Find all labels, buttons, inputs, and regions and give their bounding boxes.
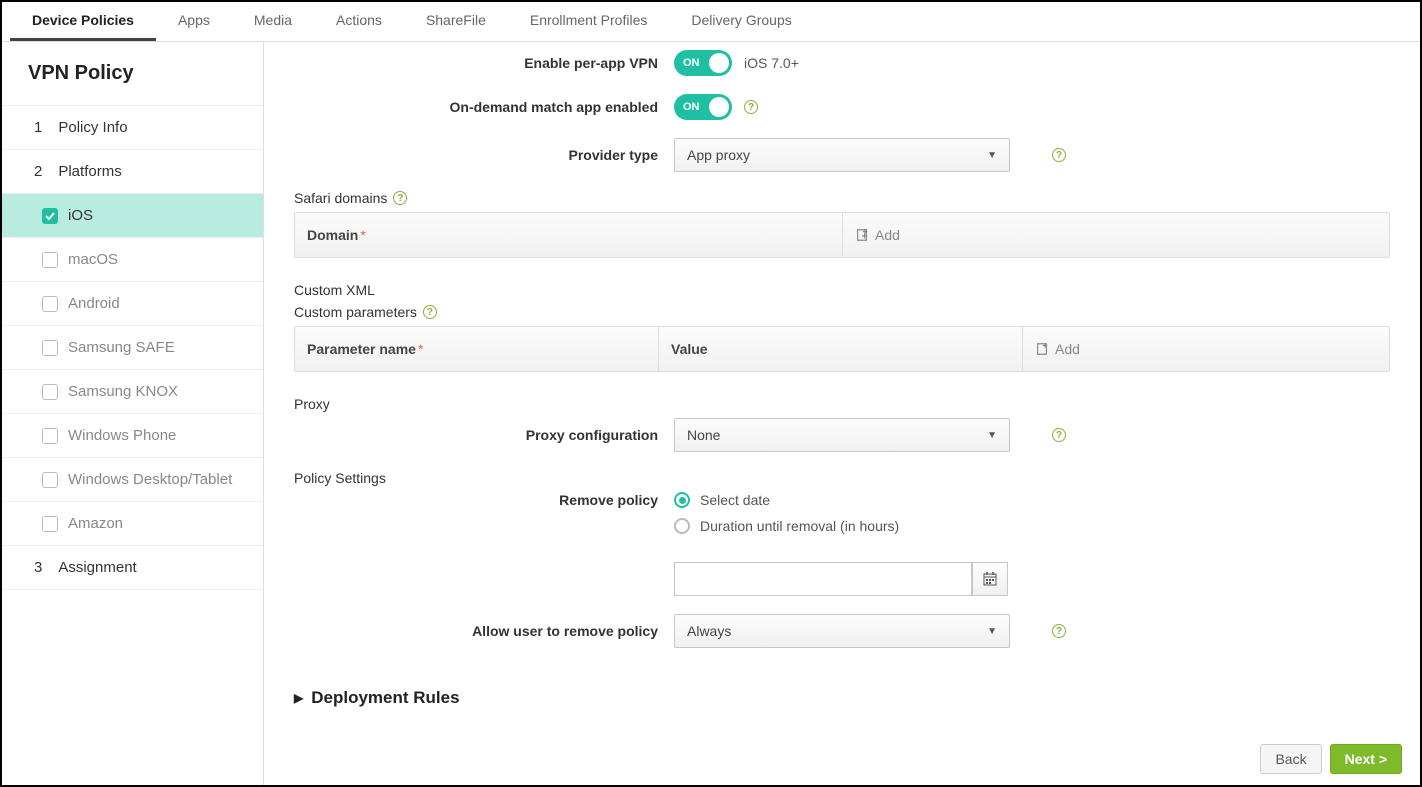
- tab-delivery-groups[interactable]: Delivery Groups: [669, 2, 813, 41]
- sidebar-step-platforms[interactable]: 2 Platforms: [2, 150, 263, 194]
- section-policy-settings: Policy Settings: [294, 470, 1390, 486]
- calendar-button[interactable]: [972, 562, 1008, 596]
- chevron-down-icon: ▼: [987, 430, 997, 441]
- radio-select-date[interactable]: [674, 492, 690, 508]
- step-num: 3: [34, 559, 42, 576]
- tab-media[interactable]: Media: [232, 2, 314, 41]
- col-add: Add: [843, 213, 1389, 257]
- deployment-rules-toggle[interactable]: ▶ Deployment Rules: [294, 688, 1390, 708]
- back-button[interactable]: Back: [1260, 744, 1321, 774]
- toggle-enable-per-app-vpn[interactable]: ON: [674, 50, 732, 76]
- sidebar-item-label: Windows Phone: [68, 427, 176, 444]
- checkbox-icon[interactable]: [42, 428, 58, 444]
- sidebar-platform-macos[interactable]: macOS: [2, 238, 263, 282]
- sidebar-item-label: macOS: [68, 251, 118, 268]
- col-add: Add: [1023, 327, 1389, 371]
- add-custom-parameter-button[interactable]: Add: [1035, 341, 1080, 357]
- help-icon[interactable]: ?: [393, 191, 407, 205]
- step-label: Assignment: [58, 559, 136, 576]
- select-value: Always: [687, 623, 731, 639]
- toggle-on-demand-match[interactable]: ON: [674, 94, 732, 120]
- step-num: 1: [34, 119, 42, 136]
- add-icon: [1035, 342, 1049, 356]
- sidebar-platform-windows-desktop-tablet[interactable]: Windows Desktop/Tablet: [2, 458, 263, 502]
- hint-ios-version: iOS 7.0+: [744, 55, 799, 71]
- sidebar-platform-samsung-safe[interactable]: Samsung SAFE: [2, 326, 263, 370]
- radio-label-select-date: Select date: [700, 492, 770, 508]
- label-remove-policy: Remove policy: [294, 492, 662, 508]
- label-enable-per-app-vpn: Enable per-app VPN: [294, 55, 662, 71]
- chevron-down-icon: ▼: [987, 150, 997, 161]
- sidebar-step-assignment[interactable]: 3 Assignment: [2, 546, 263, 590]
- label-proxy-configuration: Proxy configuration: [294, 427, 662, 443]
- section-proxy: Proxy: [294, 396, 1390, 412]
- tab-sharefile[interactable]: ShareFile: [404, 2, 508, 41]
- select-allow-user-remove-policy[interactable]: Always ▼: [674, 614, 1010, 648]
- step-label: Platforms: [58, 163, 121, 180]
- checkbox-icon[interactable]: [42, 296, 58, 312]
- checkbox-icon[interactable]: [42, 384, 58, 400]
- date-input[interactable]: [674, 562, 972, 596]
- radio-label-duration: Duration until removal (in hours): [700, 518, 899, 534]
- help-icon[interactable]: ?: [1052, 148, 1066, 162]
- sidebar-step-policy-info[interactable]: 1 Policy Info: [2, 106, 263, 150]
- tab-apps[interactable]: Apps: [156, 2, 232, 41]
- label-provider-type: Provider type: [294, 147, 662, 163]
- checkbox-icon[interactable]: [42, 252, 58, 268]
- checkbox-icon[interactable]: [42, 340, 58, 356]
- sidebar-platform-android[interactable]: Android: [2, 282, 263, 326]
- sidebar-platform-samsung-knox[interactable]: Samsung KNOX: [2, 370, 263, 414]
- tab-device-policies[interactable]: Device Policies: [10, 2, 156, 41]
- add-safari-domain-button[interactable]: Add: [855, 227, 900, 243]
- checkbox-icon[interactable]: [42, 472, 58, 488]
- help-icon[interactable]: ?: [744, 100, 758, 114]
- sidebar-platform-ios[interactable]: iOS: [2, 194, 263, 238]
- select-proxy-configuration[interactable]: None ▼: [674, 418, 1010, 452]
- tab-enrollment-profiles[interactable]: Enrollment Profiles: [508, 2, 670, 41]
- top-tabs: Device Policies Apps Media Actions Share…: [2, 2, 1420, 42]
- footer: Back Next >: [264, 733, 1420, 785]
- select-value: App proxy: [687, 147, 750, 163]
- col-parameter-name: Parameter name*: [295, 327, 659, 371]
- chevron-down-icon: ▼: [987, 626, 997, 637]
- sidebar: VPN Policy 1 Policy Info 2 Platforms iOS…: [2, 42, 264, 785]
- section-safari-domains: Safari domains ?: [294, 190, 1390, 206]
- checkbox-icon[interactable]: [42, 516, 58, 532]
- help-icon[interactable]: ?: [1052, 428, 1066, 442]
- radio-duration-until-removal[interactable]: [674, 518, 690, 534]
- table-custom-parameters: Parameter name* Value Add: [294, 326, 1390, 372]
- sidebar-title: VPN Policy: [2, 42, 263, 106]
- step-num: 2: [34, 163, 42, 180]
- sidebar-item-label: Samsung KNOX: [68, 383, 178, 400]
- select-provider-type[interactable]: App proxy ▼: [674, 138, 1010, 172]
- section-custom-xml: Custom XML: [294, 282, 1390, 298]
- calendar-icon: [983, 572, 997, 586]
- sidebar-item-label: iOS: [68, 207, 93, 224]
- add-icon: [855, 228, 869, 242]
- col-domain: Domain*: [295, 213, 843, 257]
- sidebar-item-label: Android: [68, 295, 120, 312]
- sidebar-platform-amazon[interactable]: Amazon: [2, 502, 263, 546]
- tab-actions[interactable]: Actions: [314, 2, 404, 41]
- sidebar-item-label: Samsung SAFE: [68, 339, 175, 356]
- content-area: Enable per-app VPN ON iOS 7.0+ On-demand…: [264, 42, 1420, 785]
- help-icon[interactable]: ?: [423, 305, 437, 319]
- next-button[interactable]: Next >: [1330, 744, 1402, 774]
- label-on-demand-match: On-demand match app enabled: [294, 99, 662, 115]
- sidebar-platform-windows-phone[interactable]: Windows Phone: [2, 414, 263, 458]
- table-safari-domains: Domain* Add: [294, 212, 1390, 258]
- col-value: Value: [659, 327, 1023, 371]
- chevron-right-icon: ▶: [294, 691, 303, 705]
- sidebar-item-label: Amazon: [68, 515, 123, 532]
- step-label: Policy Info: [58, 119, 127, 136]
- label-allow-user-remove-policy: Allow user to remove policy: [294, 623, 662, 639]
- help-icon[interactable]: ?: [1052, 624, 1066, 638]
- sidebar-item-label: Windows Desktop/Tablet: [68, 471, 232, 488]
- section-custom-parameters: Custom parameters ?: [294, 304, 1390, 320]
- select-value: None: [687, 427, 720, 443]
- checkbox-icon[interactable]: [42, 208, 58, 224]
